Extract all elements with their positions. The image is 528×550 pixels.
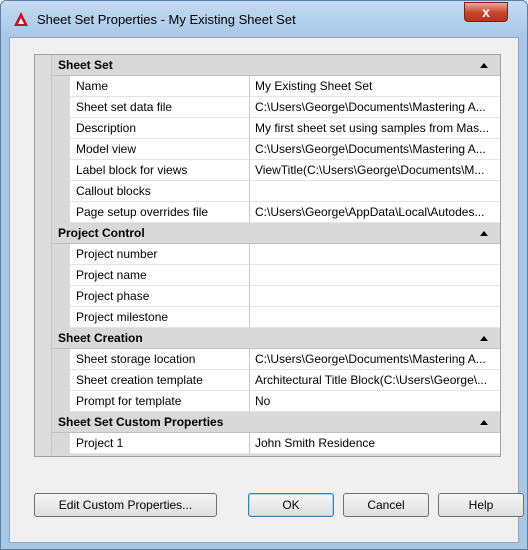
property-row[interactable]: Project number <box>52 244 500 265</box>
property-row[interactable]: Prompt for template No <box>52 391 500 412</box>
dialog-window: Sheet Set Properties - My Existing Sheet… <box>0 0 528 550</box>
property-row[interactable]: Model view C:\Users\George\Documents\Mas… <box>52 139 500 160</box>
row-gutter <box>52 370 70 391</box>
property-value[interactable]: No <box>250 391 500 412</box>
property-row[interactable]: Project milestone <box>52 307 500 328</box>
properties-grid: Sheet Set Name My Existing Sheet Set She… <box>34 54 501 457</box>
property-value[interactable]: ViewTitle(C:\Users\George\Documents\M... <box>250 160 500 181</box>
dialog-title: Sheet Set Properties - My Existing Sheet… <box>37 12 296 27</box>
property-name: Page setup overrides file <box>70 202 250 223</box>
row-gutter <box>52 139 70 160</box>
property-value[interactable]: My Existing Sheet Set <box>250 76 500 97</box>
property-name: Project phase <box>70 286 250 307</box>
property-value[interactable]: Architectural Title Block(C:\Users\Georg… <box>250 370 500 391</box>
property-name: Label block for views <box>70 160 250 181</box>
group-header-custom-properties[interactable]: Sheet Set Custom Properties <box>52 412 500 433</box>
group-header-project-control[interactable]: Project Control <box>52 223 500 244</box>
property-value[interactable]: My first sheet set using samples from Ma… <box>250 118 500 139</box>
collapse-arrow-icon[interactable] <box>480 336 488 341</box>
property-name: Sheet creation template <box>70 370 250 391</box>
row-gutter <box>52 286 70 307</box>
property-value[interactable]: C:\Users\George\Documents\Mastering A... <box>250 349 500 370</box>
property-value[interactable]: C:\Users\George\AppData\Local\Autodes... <box>250 202 500 223</box>
property-name: Project milestone <box>70 307 250 328</box>
property-value[interactable]: John Smith Residence <box>250 433 500 454</box>
property-row[interactable]: Label block for views ViewTitle(C:\Users… <box>52 160 500 181</box>
property-value[interactable] <box>250 286 500 307</box>
property-row[interactable]: Sheet storage location C:\Users\George\D… <box>52 349 500 370</box>
collapse-arrow-icon[interactable] <box>480 63 488 68</box>
property-name: Prompt for template <box>70 391 250 412</box>
title-bar[interactable]: Sheet Set Properties - My Existing Sheet… <box>1 1 527 37</box>
property-value[interactable] <box>250 307 500 328</box>
property-value[interactable]: C:\Users\George\Documents\Mastering A... <box>250 97 500 118</box>
property-row[interactable]: Sheet creation template Architectural Ti… <box>52 370 500 391</box>
grid-left-strip <box>35 55 52 456</box>
row-gutter <box>52 181 70 202</box>
property-row[interactable]: Sheet set data file C:\Users\George\Docu… <box>52 97 500 118</box>
row-gutter <box>52 391 70 412</box>
property-row[interactable]: Project phase <box>52 286 500 307</box>
row-gutter <box>52 118 70 139</box>
group-header-sheet-set[interactable]: Sheet Set <box>52 55 500 76</box>
property-name: Project name <box>70 265 250 286</box>
help-button[interactable]: Help <box>438 493 524 517</box>
property-value[interactable] <box>250 244 500 265</box>
dialog-body: Sheet Set Name My Existing Sheet Set She… <box>9 37 524 543</box>
row-gutter <box>52 307 70 328</box>
property-name: Model view <box>70 139 250 160</box>
row-gutter <box>52 160 70 181</box>
property-name: Sheet storage location <box>70 349 250 370</box>
row-gutter <box>52 433 70 454</box>
collapse-arrow-icon[interactable] <box>480 231 488 236</box>
edit-custom-properties-button[interactable]: Edit Custom Properties... <box>34 493 217 517</box>
close-button[interactable]: x <box>464 2 508 22</box>
row-gutter <box>52 244 70 265</box>
property-row[interactable]: Name My Existing Sheet Set <box>52 76 500 97</box>
collapse-arrow-icon[interactable] <box>480 420 488 425</box>
property-row[interactable]: Project name <box>52 265 500 286</box>
group-label: Sheet Creation <box>58 331 143 345</box>
property-name: Description <box>70 118 250 139</box>
ok-button[interactable]: OK <box>248 493 334 517</box>
property-value[interactable]: C:\Users\George\Documents\Mastering A... <box>250 139 500 160</box>
group-label: Sheet Set <box>58 58 113 72</box>
property-name: Callout blocks <box>70 181 250 202</box>
row-gutter <box>52 97 70 118</box>
property-name: Sheet set data file <box>70 97 250 118</box>
autocad-logo-icon <box>14 12 28 26</box>
property-row[interactable]: Description My first sheet set using sam… <box>52 118 500 139</box>
row-gutter <box>52 265 70 286</box>
row-gutter <box>52 202 70 223</box>
cancel-button[interactable]: Cancel <box>343 493 429 517</box>
property-row[interactable]: Callout blocks <box>52 181 500 202</box>
property-row[interactable]: Project 1 John Smith Residence <box>52 433 500 454</box>
group-label: Sheet Set Custom Properties <box>58 415 224 429</box>
row-gutter <box>52 76 70 97</box>
property-name: Name <box>70 76 250 97</box>
row-gutter <box>52 349 70 370</box>
group-label: Project Control <box>58 226 145 240</box>
property-value[interactable] <box>250 265 500 286</box>
property-value[interactable] <box>250 181 500 202</box>
property-name: Project 1 <box>70 433 250 454</box>
group-header-sheet-creation[interactable]: Sheet Creation <box>52 328 500 349</box>
property-name: Project number <box>70 244 250 265</box>
property-row[interactable]: Page setup overrides file C:\Users\Georg… <box>52 202 500 223</box>
